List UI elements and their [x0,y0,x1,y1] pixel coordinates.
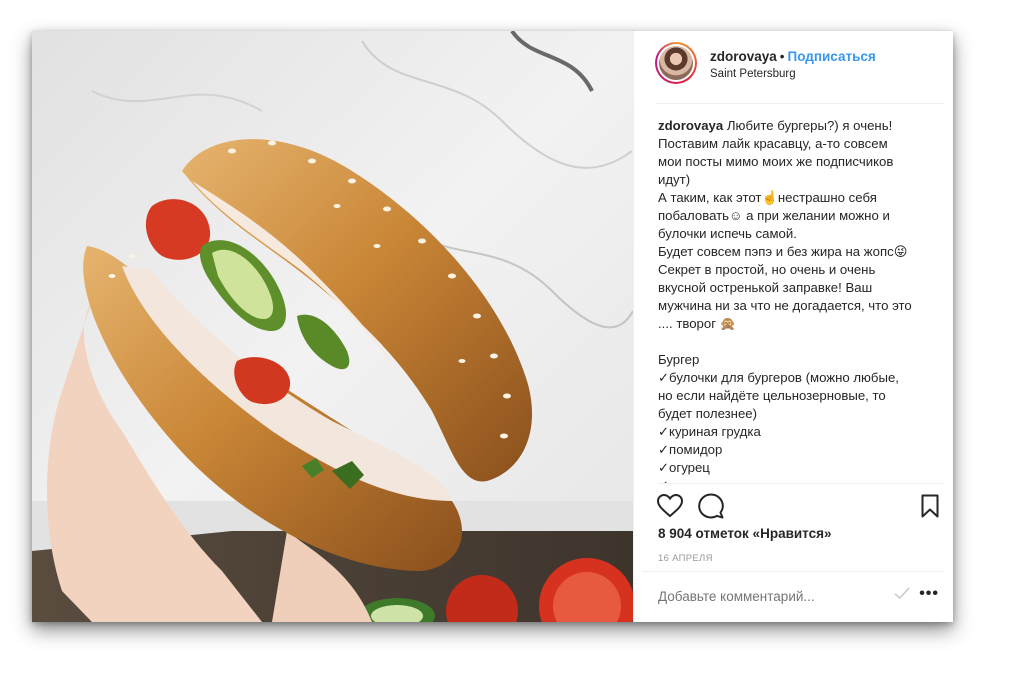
instagram-post: zdorovaya • Подписаться Saint Petersburg z… [32,31,953,622]
more-options-icon[interactable]: ••• [919,585,939,603]
checkmark-stamp-icon [894,587,910,600]
caption-line: идут) [658,172,691,187]
caption-line: будет полезнее) [658,406,758,421]
caption-line: ✓булочки для бургеров (можно любые, [658,370,899,385]
caption-line: но если найдёте цельнозерновые, то [658,388,886,403]
caption-line: Будет совсем пэпэ и без жира на жопс😜 [658,244,908,259]
post-date[interactable]: 16 АПРЕЛЯ [658,553,713,564]
post-side-panel: zdorovaya • Подписаться Saint Petersburg z… [633,31,953,622]
caption-line: вкусной остренькой заправке! Ваш [658,280,873,295]
username-link[interactable]: zdorovaya [710,49,777,64]
comment-icon[interactable] [698,493,724,519]
location-link[interactable]: Saint Petersburg [710,68,876,80]
caption-line: мои посты мимо моих же подписчиков [658,154,894,169]
caption-line: ✓помидор [658,442,723,457]
comment-bar: ••• [642,571,945,623]
header-text: zdorovaya • Подписаться Saint Petersburg [710,48,876,80]
post-header: zdorovaya • Подписаться Saint Petersburg [655,31,945,104]
post-photo[interactable] [32,31,633,622]
bookmark-icon[interactable] [921,494,939,518]
post-caption: zdorovaya Любите бургеры?) я очень! Пост… [658,117,940,483]
caption-line: .... творог 🙊 [658,316,737,331]
avatar[interactable] [655,42,697,84]
caption-line: мужчина ни за что не догадается, что это [658,298,912,313]
follow-button[interactable]: Подписаться [788,49,876,64]
comment-input[interactable] [658,589,878,604]
caption-line: А таким, как этот☝️нестрашно себя [658,190,877,205]
caption-username[interactable]: zdorovaya [658,118,723,133]
avatar-ring [657,44,695,82]
caption-line: zdorovaya Любите бургеры?) я очень! [658,117,940,135]
burger-photo-illustration [32,31,633,622]
action-bar [657,483,945,528]
caption-line: Бургер [658,352,700,367]
likes-count[interactable]: 8 904 отметок «Нравится» [658,526,832,541]
header-line: zdorovaya • Подписаться [710,48,876,65]
caption-line: Секрет в простой, но очень и очень [658,262,876,277]
caption-line: ✓куриная грудка [658,424,761,439]
caption-line: Поставим лайк красавцу, а-то совсем [658,136,888,151]
caption-text: Любите бургеры?) я очень! [726,118,893,133]
caption-line: булочки испечь самой. [658,226,797,241]
heart-icon[interactable] [657,494,683,518]
header-separator: • [779,49,785,64]
caption-line: ✓огурец [658,460,710,475]
avatar-image [659,46,693,80]
caption-line: побаловать☺ а при желании можно и [658,208,890,223]
caption-blank-line [658,333,940,351]
